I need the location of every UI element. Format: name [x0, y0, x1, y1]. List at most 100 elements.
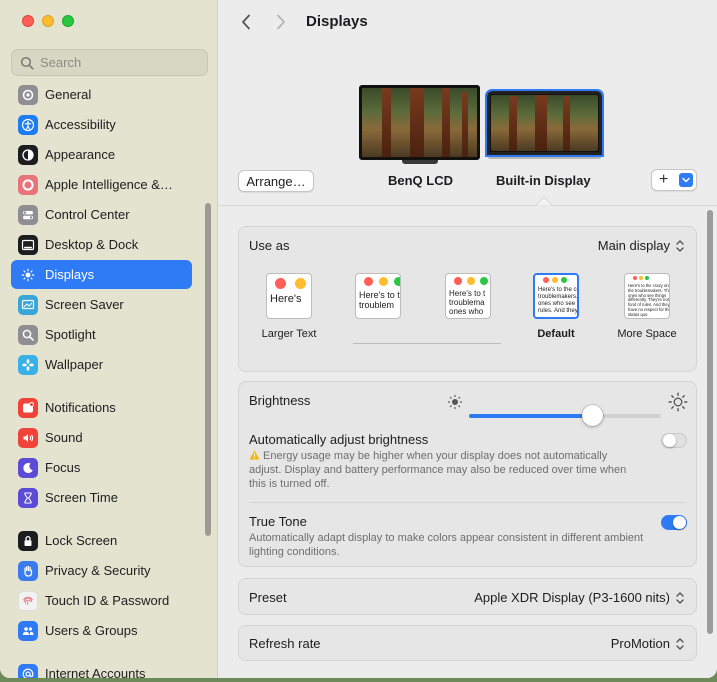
focus-icon — [18, 457, 38, 478]
use-as-value: Main display — [597, 238, 670, 253]
use-as-select[interactable]: Main display — [598, 238, 685, 253]
brightness-card: Brightness Automatically adjust brightne… — [238, 381, 697, 567]
resolution-option[interactable]: Here's to the cr troublemakers. ones who… — [532, 273, 580, 340]
built-in-display-label[interactable]: Built-in Display — [496, 173, 591, 188]
back-button[interactable] — [236, 12, 256, 32]
sidebar-item-users-groups[interactable]: Users & Groups — [11, 616, 192, 645]
sidebar-item-focus[interactable]: Focus — [11, 453, 192, 482]
true-tone-toggle[interactable] — [661, 515, 687, 530]
users-icon — [18, 620, 38, 641]
built-in-display-monitor[interactable] — [485, 89, 604, 159]
resolution-sample-text: Here's to the cr troublemakers. ones who… — [538, 287, 579, 314]
sidebar-item-desktop-dock[interactable]: Desktop & Dock — [11, 230, 192, 259]
updown-chevron-icon — [676, 637, 684, 650]
sidebar-item-displays[interactable]: Displays — [11, 260, 192, 289]
accessibility-icon — [18, 114, 38, 135]
sidebar-item-label: Desktop & Dock — [45, 237, 139, 252]
chevron-right-icon — [277, 14, 285, 30]
spotlight-icon — [18, 324, 38, 345]
resolution-caption: Larger Text — [261, 328, 317, 340]
resolution-option[interactable]: Here's to t troublema ones who — [444, 273, 492, 319]
sidebar-item-label: Focus — [45, 460, 81, 475]
preset-select[interactable]: Apple XDR Display (P3-1600 nits) — [474, 590, 685, 605]
auto-brightness-warning: Energy usage may be higher when your dis… — [249, 450, 627, 490]
sidebar-item-general[interactable]: General — [11, 80, 192, 109]
system-settings-window: General Accessibility Appearance Apple Inte… — [0, 0, 717, 678]
divider — [249, 502, 686, 503]
chevron-left-icon — [242, 14, 250, 30]
sidebar-item-sound[interactable]: Sound — [11, 423, 192, 452]
sidebar-item-internet-accounts[interactable]: Internet Accounts — [11, 659, 192, 678]
sidebar-item-label: Displays — [45, 267, 95, 282]
sidebar-item-label: Spotlight — [45, 327, 96, 342]
sidebar-item-screen-time[interactable]: Screen Time — [11, 483, 192, 512]
use-as-card: Use as Main display Here's Larger Text Her… — [238, 226, 697, 372]
screen-time-icon — [18, 487, 38, 508]
sidebar-item-privacy-security[interactable]: Privacy & Security — [11, 556, 192, 585]
sidebar-item-lock-screen[interactable]: Lock Screen — [11, 526, 192, 555]
sidebar-item-apple-intelligence[interactable]: Apple Intelligence &… — [11, 170, 192, 199]
gear-icon — [18, 84, 38, 105]
window-controls — [22, 15, 74, 27]
main-scrollbar[interactable] — [707, 210, 713, 634]
refresh-rate-select[interactable]: ProMotion — [611, 636, 685, 651]
close-window-button[interactable] — [22, 15, 34, 27]
sidebar-item-label: Lock Screen — [45, 533, 118, 548]
brightness-slider[interactable] — [469, 405, 661, 426]
resolution-option[interactable]: Here's to t troublem — [354, 273, 402, 319]
resolution-sample-text: Here's to the crazy ones the troublemake… — [628, 283, 670, 317]
resolution-caption: More Space — [617, 328, 677, 340]
forward-button[interactable] — [271, 12, 291, 32]
true-tone-label: True Tone — [249, 514, 307, 529]
benq-lcd-label[interactable]: BenQ LCD — [388, 173, 453, 188]
sidebar-item-accessibility[interactable]: Accessibility — [11, 110, 192, 139]
auto-brightness-toggle[interactable] — [661, 433, 687, 448]
benq-monitor[interactable] — [359, 85, 480, 164]
updown-chevron-icon — [676, 591, 684, 604]
search-field[interactable] — [11, 49, 208, 76]
sidebar-item-notifications[interactable]: Notifications — [11, 393, 192, 422]
auto-brightness-label: Automatically adjust brightness — [249, 432, 429, 447]
zoom-window-button[interactable] — [62, 15, 74, 27]
sidebar: General Accessibility Appearance Apple Inte… — [0, 0, 218, 678]
sidebar-item-label: Screen Time — [45, 490, 118, 505]
brightness-label: Brightness — [249, 393, 311, 408]
sidebar-item-label: Notifications — [45, 400, 116, 415]
display-arrangement: Arrange… BenQ LCD Built-in Display + — [219, 44, 717, 206]
sidebar-item-screen-saver[interactable]: Screen Saver — [11, 290, 192, 319]
resolution-option[interactable]: Here's Larger Text — [262, 273, 316, 340]
resolution-sample-text: Here's — [270, 293, 302, 305]
fingerprint-icon — [18, 590, 38, 611]
resolution-caption: Default — [537, 328, 575, 340]
selection-pointer-icon — [535, 196, 553, 206]
hand-icon — [18, 560, 38, 581]
sidebar-item-touch-id-password[interactable]: Touch ID & Password — [11, 586, 192, 615]
resolution-divider — [353, 343, 501, 344]
at-icon — [18, 663, 38, 678]
resolution-preview: Here's to t troublema ones who — [445, 273, 491, 319]
resolution-option[interactable]: Here's to the crazy ones the troublemake… — [617, 273, 677, 340]
minimize-window-button[interactable] — [42, 15, 54, 27]
sidebar-item-label: Wallpaper — [45, 357, 104, 372]
sidebar-item-label: Appearance — [45, 147, 116, 162]
notifications-icon — [18, 397, 38, 418]
sidebar-item-spotlight[interactable]: Spotlight — [11, 320, 192, 349]
sidebar-item-wallpaper[interactable]: Wallpaper — [11, 350, 192, 379]
arrange-button[interactable]: Arrange… — [238, 170, 314, 192]
sidebar-item-label: General — [45, 87, 92, 102]
wallpaper-icon — [18, 354, 38, 375]
sidebar-item-appearance[interactable]: Appearance — [11, 140, 192, 169]
sidebar-item-label: Touch ID & Password — [45, 593, 170, 608]
search-input[interactable] — [40, 55, 200, 70]
sidebar-item-label: Screen Saver — [45, 297, 124, 312]
add-display-button[interactable]: + — [651, 169, 697, 191]
search-icon — [20, 56, 34, 70]
sidebar-scrollbar[interactable] — [205, 203, 211, 536]
built-in-wallpaper — [491, 95, 598, 151]
sun-low-icon — [447, 394, 463, 410]
sidebar-item-label: Control Center — [45, 207, 130, 222]
chevron-down-icon[interactable] — [679, 173, 693, 187]
brightness-slider-knob[interactable] — [581, 405, 603, 426]
resolution-preview: Here's to the cr troublemakers. ones who… — [533, 273, 579, 319]
sidebar-item-control-center[interactable]: Control Center — [11, 200, 192, 229]
